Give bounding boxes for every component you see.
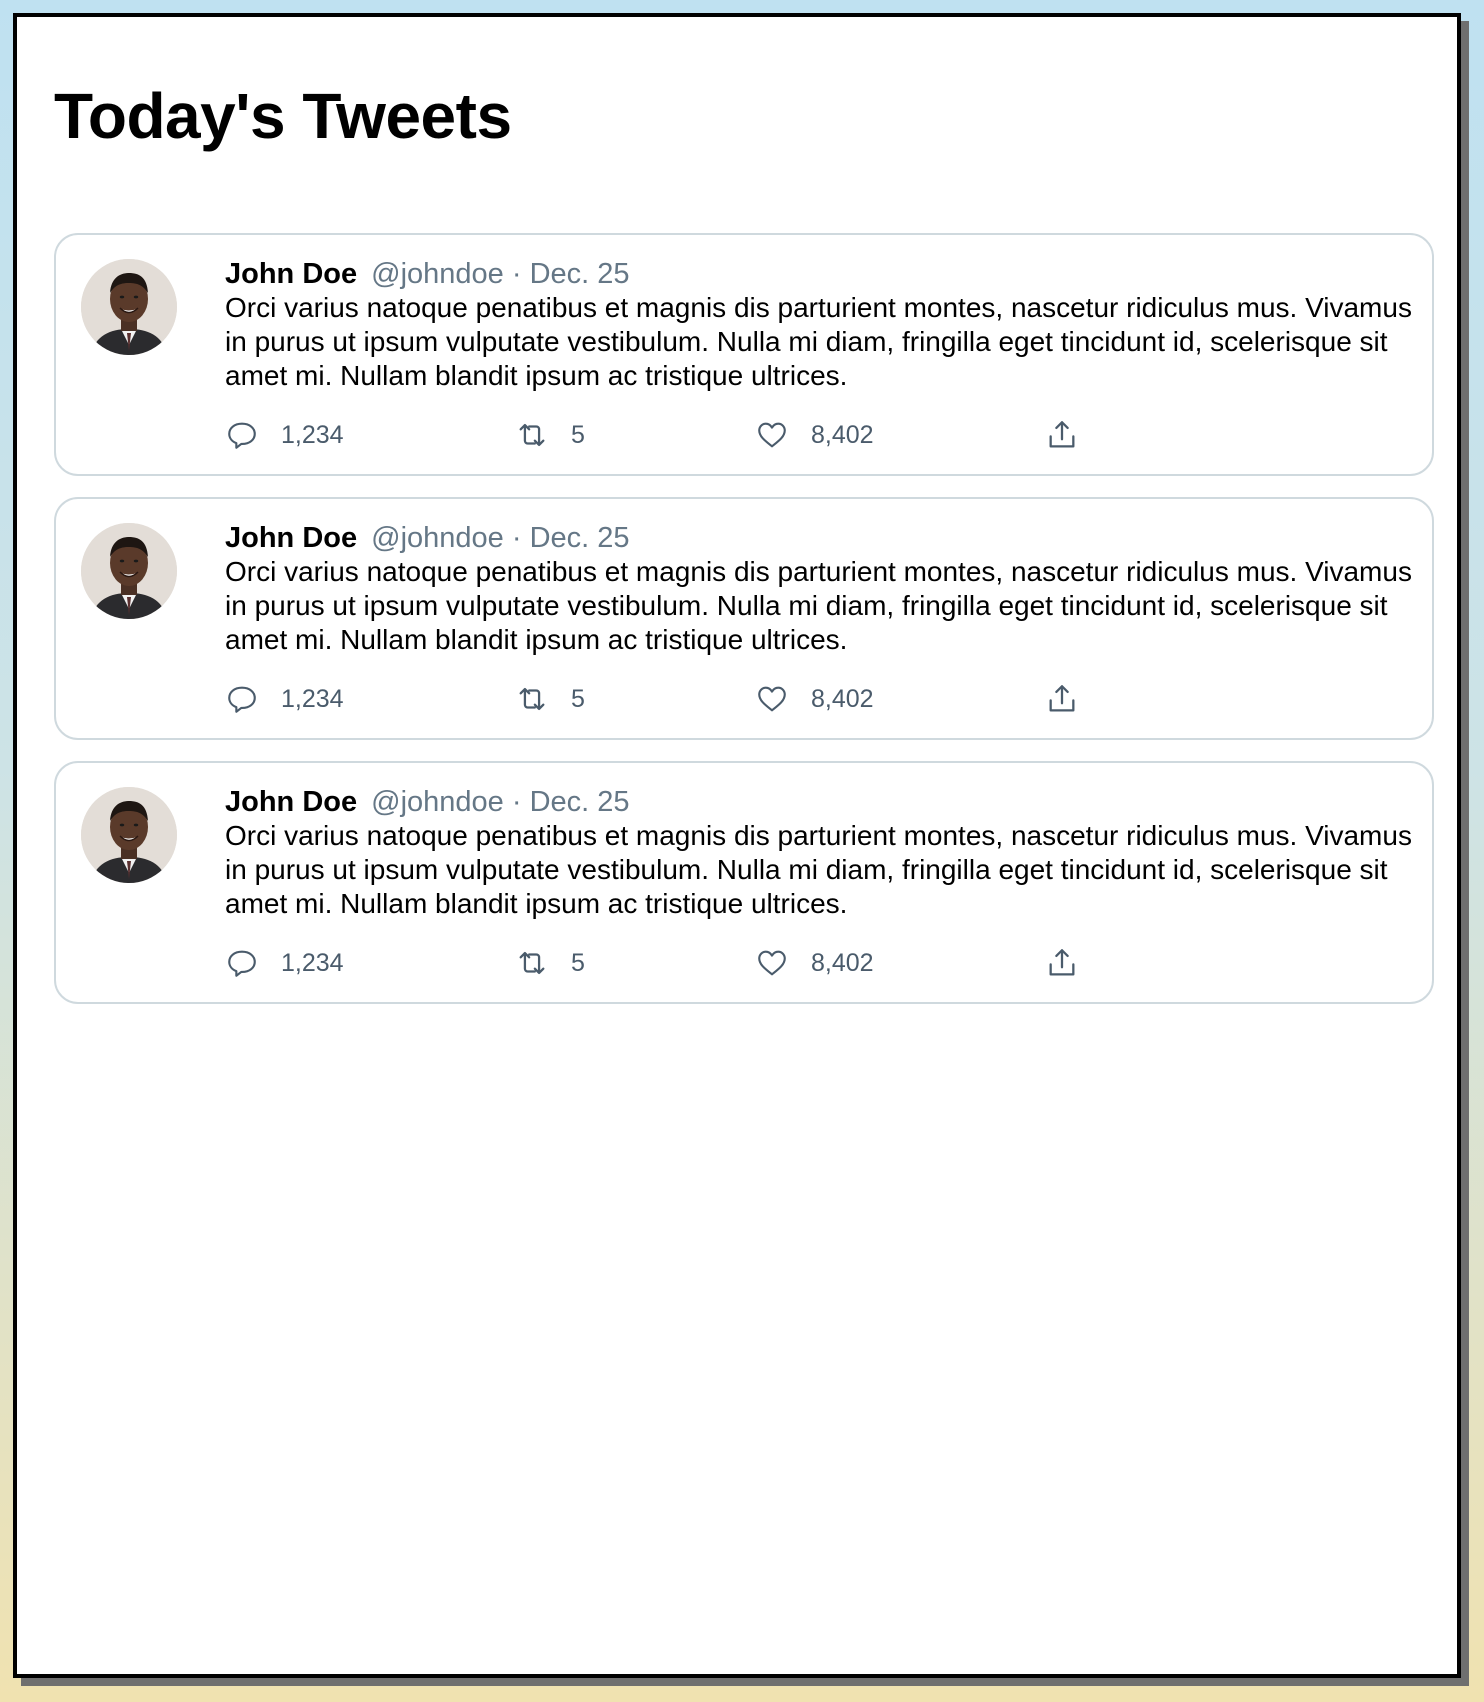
retweet-button[interactable]: 5 <box>515 415 585 455</box>
tweet-actions: 1,234 5 8,402 <box>225 679 1125 719</box>
reply-button[interactable]: 1,234 <box>225 679 344 719</box>
author-name[interactable]: John Doe <box>225 522 357 554</box>
tweet-text: Orci varius natoque penatibus et magnis … <box>225 556 1412 655</box>
tweet-header: John Doe @johndoe · Dec. 25 <box>225 521 1415 555</box>
avatar[interactable] <box>81 523 177 619</box>
retweet-icon <box>519 687 545 711</box>
header-separator: · <box>511 258 522 290</box>
tweet-card[interactable]: John Doe @johndoe · Dec. 25 Orci varius n… <box>54 761 1434 1004</box>
avatar-image <box>81 523 177 619</box>
author-name[interactable]: John Doe <box>225 258 357 290</box>
retweet-button[interactable]: 5 <box>515 679 585 719</box>
tweet-header: John Doe @johndoe · Dec. 25 <box>225 257 1415 291</box>
share-icon <box>1049 421 1075 448</box>
author-handle[interactable]: @johndoe <box>371 258 504 290</box>
tweet-header: John Doe @johndoe · Dec. 25 <box>225 785 1415 819</box>
tweet-list: John Doe @johndoe · Dec. 25 Orci varius n… <box>54 233 1434 1025</box>
tweet-text: Orci varius natoque penatibus et magnis … <box>225 820 1412 919</box>
avatar-image <box>81 787 177 883</box>
share-button[interactable] <box>1045 415 1079 455</box>
tweet-text: Orci varius natoque penatibus et magnis … <box>225 292 1412 391</box>
tweet-actions: 1,234 5 8,402 <box>225 415 1125 455</box>
header-separator: · <box>511 786 522 818</box>
heart-icon <box>758 686 786 712</box>
tweet-body: John Doe @johndoe · Dec. 25 Orci varius n… <box>225 257 1415 393</box>
tweet-body: John Doe @johndoe · Dec. 25 Orci varius n… <box>225 785 1415 921</box>
like-button[interactable]: 8,402 <box>755 415 874 455</box>
retweet-button[interactable]: 5 <box>515 943 585 983</box>
tweet-card[interactable]: John Doe @johndoe · Dec. 25 Orci varius n… <box>54 497 1434 740</box>
share-icon <box>1049 949 1075 976</box>
tweet-date[interactable]: Dec. 25 <box>530 258 630 290</box>
reply-button[interactable]: 1,234 <box>225 943 344 983</box>
tweet-actions: 1,234 5 8,402 <box>225 943 1125 983</box>
avatar[interactable] <box>81 259 177 355</box>
avatar[interactable] <box>81 787 177 883</box>
retweet-count: 5 <box>571 420 585 449</box>
like-count: 8,402 <box>811 684 874 713</box>
retweet-icon <box>519 423 545 447</box>
reply-count: 1,234 <box>281 948 344 977</box>
page-title: Today's Tweets <box>54 80 512 152</box>
reply-button[interactable]: 1,234 <box>225 415 344 455</box>
retweet-count: 5 <box>571 684 585 713</box>
share-button[interactable] <box>1045 679 1079 719</box>
retweet-count: 5 <box>571 948 585 977</box>
reply-count: 1,234 <box>281 420 344 449</box>
share-button[interactable] <box>1045 943 1079 983</box>
reply-count: 1,234 <box>281 684 344 713</box>
reply-icon <box>228 950 256 977</box>
like-button[interactable]: 8,402 <box>755 679 874 719</box>
tweet-card[interactable]: John Doe @johndoe · Dec. 25 Orci varius n… <box>54 233 1434 476</box>
tweet-date[interactable]: Dec. 25 <box>530 786 630 818</box>
heart-icon <box>758 422 786 448</box>
reply-icon <box>228 422 256 449</box>
author-name[interactable]: John Doe <box>225 786 357 818</box>
like-count: 8,402 <box>811 420 874 449</box>
reply-icon <box>228 686 256 713</box>
heart-icon <box>758 950 786 976</box>
page-frame: Today's Tweets John Doe @johndoe · Dec. … <box>13 13 1461 1678</box>
avatar-image <box>81 259 177 355</box>
tweet-date[interactable]: Dec. 25 <box>530 522 630 554</box>
tweet-body: John Doe @johndoe · Dec. 25 Orci varius n… <box>225 521 1415 657</box>
author-handle[interactable]: @johndoe <box>371 786 504 818</box>
like-count: 8,402 <box>811 948 874 977</box>
share-icon <box>1049 685 1075 712</box>
author-handle[interactable]: @johndoe <box>371 522 504 554</box>
header-separator: · <box>511 522 522 554</box>
retweet-icon <box>519 951 545 975</box>
like-button[interactable]: 8,402 <box>755 943 874 983</box>
